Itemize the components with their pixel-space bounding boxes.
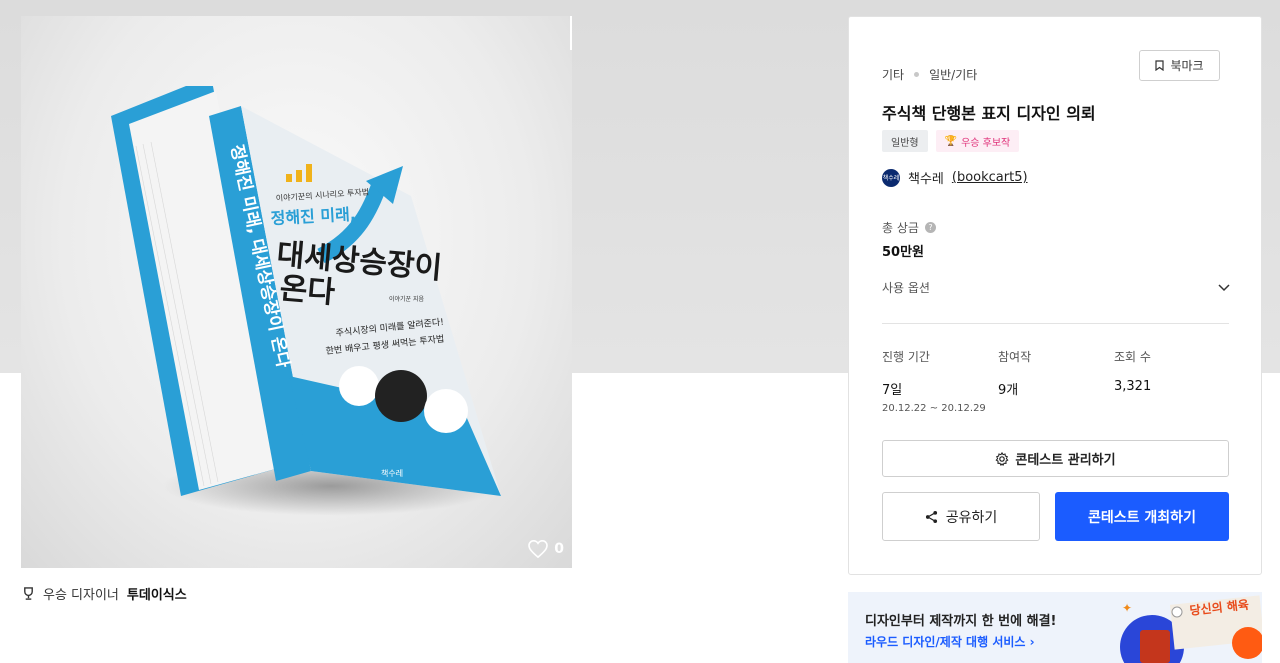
share-icon	[925, 510, 937, 523]
options-label: 사용 옵션	[882, 281, 930, 295]
winner-info: 우승 디자이너 투데이식스	[22, 584, 187, 603]
stat-entries-value: 9개	[998, 383, 1019, 398]
divider	[882, 323, 1229, 324]
trophy-icon	[24, 586, 33, 600]
manage-contest-button[interactable]: 콘테스트 관리하기	[882, 440, 1229, 477]
breadcrumb: 기타 일반/기타	[882, 66, 977, 83]
prize-value: 50만원	[882, 245, 925, 260]
contest-title: 주식책 단행본 표지 디자인 의뢰	[882, 104, 1096, 123]
stat-period-label: 진행 기간	[882, 350, 930, 364]
chevron-down-icon	[1218, 283, 1230, 291]
promo-title: 디자인부터 제작까지 한 번에 해결!	[865, 614, 1057, 629]
stat-period-value: 7일	[882, 383, 903, 398]
image-edge	[570, 16, 572, 50]
bookmark-button[interactable]: 북마크	[1139, 50, 1220, 81]
help-icon[interactable]: ?	[924, 222, 936, 233]
winner-label: 우승 디자이너	[43, 588, 119, 603]
svg-text:✦: ✦	[1122, 601, 1132, 615]
avatar: 책수레	[882, 168, 900, 187]
like-button[interactable]: 0	[528, 540, 564, 558]
like-count: 0	[554, 541, 564, 557]
stat-period: 진행 기간 7일 20.12.22 ~ 20.12.29	[882, 348, 998, 414]
manage-contest-label: 콘테스트 관리하기	[1015, 453, 1116, 468]
stat-entries-label: 참여작	[998, 350, 1032, 364]
prize-label-row: 총 상금 ?	[882, 219, 936, 236]
host-contest-button[interactable]: 콘테스트 개최하기	[1055, 492, 1229, 541]
stat-views-value: 3,321	[1114, 379, 1152, 394]
winner-name[interactable]: 투데이식스	[127, 584, 187, 603]
breadcrumb-category[interactable]: 기타	[882, 66, 904, 83]
stat-entries: 참여작 9개	[998, 348, 1114, 414]
bookmark-icon	[1155, 60, 1165, 71]
promo-illustration: 당신의 해육 ✦	[1120, 595, 1262, 663]
host-handle[interactable]: (bookcart5)	[952, 170, 1028, 185]
badge-group: 일반형 🏆 우승 후보작	[882, 130, 1020, 152]
heart-icon	[528, 540, 549, 558]
options-toggle[interactable]: 사용 옵션	[882, 279, 1230, 296]
bookmark-label: 북마크	[1170, 59, 1204, 73]
cover-title-line3: 온다	[278, 271, 336, 311]
host-name: 책수레	[908, 172, 944, 187]
trophy-icon: 🏆	[944, 135, 958, 147]
breadcrumb-subcategory[interactable]: 일반/기타	[929, 66, 977, 83]
gear-icon	[995, 451, 1009, 466]
contest-hero-image[interactable]: 정해진 미래, 대세상승장이 온다 이야기꾼의 시나리오 투자법 정해진 미래,…	[21, 16, 572, 568]
host-profile[interactable]: 책수레 책수레 (bookcart5)	[882, 168, 1028, 187]
stat-views: 조회 수 3,321	[1114, 348, 1230, 414]
promo-link[interactable]: 라우드 디자인/제작 대행 서비스 ›	[865, 633, 1035, 650]
promo-banner[interactable]: 디자인부터 제작까지 한 번에 해결! 라우드 디자인/제작 대행 서비스 › …	[848, 592, 1262, 663]
contest-stats: 진행 기간 7일 20.12.22 ~ 20.12.29 참여작 9개 조회 수…	[882, 348, 1230, 414]
award-badge-label: 우승 후보작	[961, 137, 1011, 149]
share-button[interactable]: 공유하기	[882, 492, 1040, 541]
stat-period-range: 20.12.22 ~ 20.12.29	[882, 403, 986, 414]
cover-publisher: 책수레	[381, 468, 403, 478]
breadcrumb-separator	[914, 72, 920, 77]
share-label: 공유하기	[945, 509, 998, 526]
prize-label: 총 상금	[882, 221, 919, 235]
stat-views-label: 조회 수	[1114, 350, 1151, 364]
book-mockup: 정해진 미래, 대세상승장이 온다 이야기꾼의 시나리오 투자법 정해진 미래,…	[111, 86, 501, 496]
type-badge: 일반형	[882, 130, 928, 152]
contest-info-card: 기타 일반/기타 북마크 주식책 단행본 표지 디자인 의뢰 일반형 🏆 우승 …	[848, 16, 1262, 575]
cover-author: 이야기꾼 지음	[389, 295, 425, 303]
award-badge: 🏆 우승 후보작	[935, 130, 1020, 152]
